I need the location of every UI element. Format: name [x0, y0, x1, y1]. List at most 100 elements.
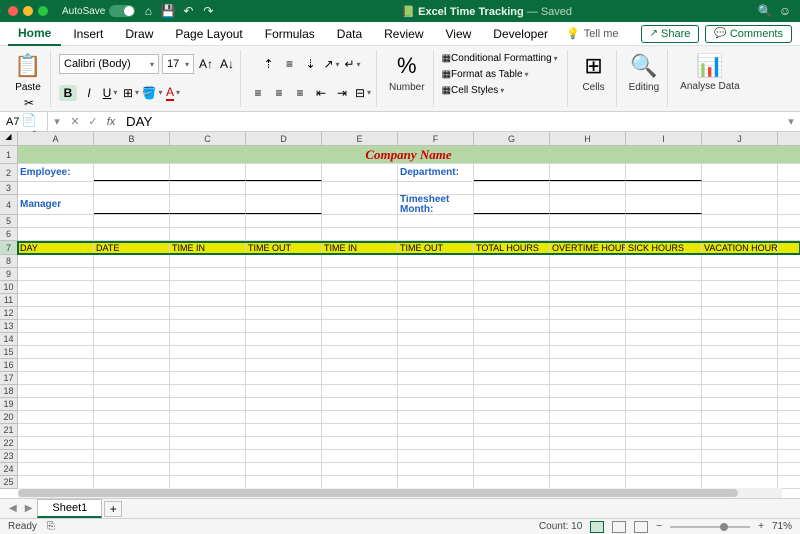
cell[interactable] [170, 437, 246, 449]
cell[interactable] [702, 437, 778, 449]
redo-icon[interactable]: ↷ [201, 4, 215, 18]
bold-button[interactable]: B [59, 85, 77, 101]
cell[interactable] [626, 182, 702, 194]
cell[interactable] [322, 307, 398, 319]
zoom-slider[interactable] [670, 526, 750, 528]
cell[interactable] [322, 294, 398, 306]
cell[interactable] [626, 195, 702, 214]
align-top-icon[interactable]: ⇡ [260, 56, 278, 72]
cancel-formula-icon[interactable]: ✕ [66, 115, 84, 128]
name-box-dropdown-icon[interactable]: ▾ [48, 115, 66, 128]
cell[interactable] [94, 450, 170, 462]
cell[interactable] [398, 424, 474, 436]
cell[interactable] [550, 372, 626, 384]
cell[interactable] [94, 411, 170, 423]
cell[interactable] [94, 437, 170, 449]
row-header[interactable]: 11 [0, 294, 17, 307]
cell[interactable] [18, 463, 94, 475]
cell[interactable] [322, 228, 398, 240]
cell[interactable] [322, 346, 398, 358]
cell[interactable] [170, 450, 246, 462]
cell[interactable] [474, 411, 550, 423]
cell[interactable] [702, 215, 778, 227]
cell[interactable] [702, 346, 778, 358]
row-header[interactable]: 24 [0, 463, 17, 476]
cell[interactable] [398, 359, 474, 371]
cell[interactable] [246, 195, 322, 214]
shrink-font-icon[interactable]: A↓ [218, 56, 236, 72]
cell[interactable] [18, 437, 94, 449]
formula-input[interactable] [120, 114, 782, 129]
page-layout-view-icon[interactable] [612, 521, 626, 533]
row-header[interactable]: 18 [0, 385, 17, 398]
cell[interactable] [398, 307, 474, 319]
cell[interactable] [18, 398, 94, 410]
row-header[interactable]: 13 [0, 320, 17, 333]
cell[interactable] [246, 182, 322, 194]
cell[interactable] [170, 463, 246, 475]
cell[interactable] [94, 463, 170, 475]
cell[interactable] [246, 255, 322, 267]
cell[interactable] [18, 281, 94, 293]
cell[interactable] [170, 411, 246, 423]
cell[interactable] [18, 372, 94, 384]
cell[interactable] [550, 437, 626, 449]
align-right-icon[interactable]: ≡ [291, 85, 309, 101]
cell[interactable] [246, 164, 322, 181]
cell[interactable] [322, 463, 398, 475]
cell[interactable] [550, 346, 626, 358]
cell[interactable] [550, 255, 626, 267]
cell[interactable] [702, 359, 778, 371]
cell[interactable] [398, 476, 474, 488]
cell[interactable] [702, 195, 778, 214]
tab-draw[interactable]: Draw [115, 23, 163, 45]
cell[interactable] [322, 372, 398, 384]
col-header-J[interactable]: J [702, 132, 778, 145]
cells-button[interactable]: ⊞ Cells [576, 50, 612, 97]
cell[interactable] [398, 346, 474, 358]
close-window-icon[interactable] [8, 6, 18, 16]
cell[interactable] [702, 463, 778, 475]
home-icon[interactable]: ⌂ [141, 4, 155, 18]
cell[interactable] [246, 294, 322, 306]
row-header[interactable]: 8 [0, 255, 17, 268]
cut-icon[interactable]: ✂ [20, 95, 38, 111]
cell[interactable] [94, 372, 170, 384]
row-header[interactable]: 7 [0, 241, 17, 255]
cell[interactable] [398, 437, 474, 449]
cell[interactable] [474, 450, 550, 462]
cell[interactable] [398, 294, 474, 306]
cell[interactable] [322, 195, 398, 214]
cell[interactable] [626, 228, 702, 240]
cell[interactable] [474, 385, 550, 397]
cell[interactable] [18, 346, 94, 358]
col-header-E[interactable]: E [322, 132, 398, 145]
cell[interactable] [18, 228, 94, 240]
cell[interactable] [626, 450, 702, 462]
zoom-knob[interactable] [720, 523, 728, 531]
cell[interactable] [626, 307, 702, 319]
cell[interactable] [246, 385, 322, 397]
wrap-text-icon[interactable]: ↵ [344, 56, 362, 72]
cell[interactable] [474, 294, 550, 306]
cell[interactable] [626, 346, 702, 358]
cell[interactable] [322, 411, 398, 423]
name-box[interactable]: A7 [0, 112, 48, 131]
cell[interactable] [94, 215, 170, 227]
accessibility-icon[interactable]: ⎘ [47, 521, 55, 532]
format-as-table-button[interactable]: ▦ Format as Table [442, 66, 529, 82]
cell[interactable] [474, 333, 550, 345]
row-header[interactable]: 19 [0, 398, 17, 411]
cell[interactable] [626, 333, 702, 345]
cell[interactable] [474, 182, 550, 194]
cell[interactable] [94, 281, 170, 293]
cell[interactable]: Department: [398, 164, 474, 181]
cell[interactable] [398, 411, 474, 423]
undo-icon[interactable]: ↶ [181, 4, 195, 18]
col-header-A[interactable]: A [18, 132, 94, 145]
cell[interactable] [246, 320, 322, 332]
cell[interactable] [398, 398, 474, 410]
page-break-view-icon[interactable] [634, 521, 648, 533]
align-middle-icon[interactable]: ≡ [281, 56, 299, 72]
zoom-in-button[interactable]: + [758, 521, 764, 532]
